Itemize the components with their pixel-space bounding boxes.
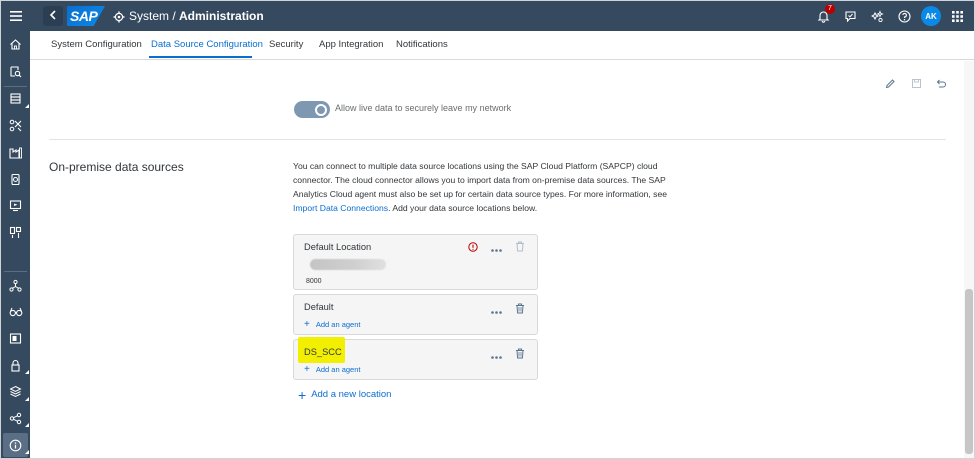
title-strong: Administration: [179, 9, 264, 23]
section-description: You can connect to multiple data source …: [293, 159, 673, 215]
mobile-refresh-icon[interactable]: [7, 171, 24, 188]
expand-indicator: [25, 370, 29, 374]
error-circle-icon[interactable]: [468, 239, 478, 257]
tab-notifications[interactable]: Notifications: [396, 39, 448, 50]
tab-bar: System Configuration Data Source Configu…: [30, 31, 974, 60]
expand-indicator: [25, 104, 29, 108]
gear-icon: [113, 10, 125, 23]
live-data-toggle[interactable]: [294, 101, 330, 118]
expand-indicator: [25, 423, 29, 427]
connections-icon[interactable]: [7, 277, 24, 294]
presentation-icon[interactable]: [7, 197, 24, 214]
tab-system-configuration[interactable]: System Configuration: [51, 39, 142, 50]
location-name: DS_SCC: [304, 347, 342, 357]
location-name: Default: [304, 302, 334, 312]
storage-icon[interactable]: [7, 90, 24, 107]
factory-icon[interactable]: [7, 144, 24, 161]
title-prefix: System /: [129, 9, 180, 23]
location-port: 8000: [306, 278, 322, 285]
plus-icon: +: [298, 386, 307, 403]
trash-icon[interactable]: [515, 346, 525, 364]
trash-icon[interactable]: [515, 301, 525, 319]
tab-security[interactable]: Security: [269, 39, 303, 50]
trash-icon[interactable]: [515, 239, 525, 257]
tab-app-integration[interactable]: App Integration: [319, 39, 383, 50]
location-actions: [491, 301, 525, 319]
feedback-icon[interactable]: [842, 8, 858, 24]
shell-bar: SAP System / Administration 7 AK: [1, 1, 974, 31]
book-icon[interactable]: [7, 330, 24, 347]
back-arrow-icon: [49, 7, 57, 25]
add-agent-label: Add an agent: [315, 320, 361, 329]
security-lock-icon[interactable]: [7, 357, 24, 374]
location-card-ds-scc[interactable]: DS_SCC + Add an agent: [293, 337, 538, 380]
location-card-default-location[interactable]: Default Location 8000: [293, 234, 538, 290]
info-icon[interactable]: [7, 437, 24, 454]
nav-separator: [4, 86, 27, 87]
modeler-icon[interactable]: [7, 117, 24, 134]
more-icon[interactable]: [491, 301, 502, 319]
nav-separator: [4, 271, 27, 272]
location-actions: [468, 239, 525, 257]
deploy-icon[interactable]: [7, 383, 24, 400]
location-actions: [491, 346, 525, 364]
toggle-knob: [315, 103, 327, 116]
hamburger-icon[interactable]: [1, 1, 30, 31]
section-title: On-premise data sources: [49, 160, 184, 174]
active-tab-indicator: [149, 56, 252, 58]
notification-badge: 7: [825, 4, 835, 14]
pencil-icon[interactable]: [883, 76, 897, 90]
more-icon[interactable]: [491, 346, 502, 364]
expand-indicator: [25, 450, 29, 454]
glasses-icon[interactable]: [7, 303, 24, 320]
side-navigation: [1, 31, 30, 458]
grid-icon[interactable]: [949, 8, 965, 24]
app-window: SAP System / Administration 7 AK System …: [0, 0, 975, 459]
location-name: Default Location: [304, 242, 372, 252]
undo-icon[interactable]: [934, 76, 948, 90]
main-content: Allow live data to securely leave my net…: [30, 61, 964, 458]
add-agent-label: Add an agent: [315, 365, 361, 374]
sap-logo[interactable]: SAP: [67, 6, 105, 26]
add-agent-button[interactable]: + Add an agent: [304, 363, 361, 375]
add-new-location-button[interactable]: + Add a new location: [298, 386, 392, 403]
page-title: System / Administration: [129, 9, 264, 23]
avatar[interactable]: AK: [921, 6, 941, 26]
location-card-default[interactable]: Default + Add an agent: [293, 294, 538, 335]
toggle-label: Allow live data to securely leave my net…: [335, 103, 512, 113]
expand-indicator: [25, 397, 29, 401]
more-icon[interactable]: [491, 239, 502, 257]
sparkle-icon[interactable]: [869, 8, 885, 24]
description-text-end: . Add your data source locations below.: [388, 203, 538, 213]
tab-data-source-configuration[interactable]: Data Source Configuration: [151, 39, 263, 50]
section-divider: [49, 139, 946, 140]
logo-text: SAP: [70, 8, 98, 24]
scrollbar-thumb[interactable]: [965, 289, 973, 454]
add-location-label: Add a new location: [311, 389, 392, 400]
plus-icon: +: [304, 363, 310, 375]
help-icon[interactable]: [896, 8, 912, 24]
back-button[interactable]: [43, 6, 63, 26]
save-icon[interactable]: [909, 76, 923, 90]
search-files-icon[interactable]: [7, 63, 24, 80]
plus-icon: +: [304, 318, 310, 330]
import-data-connections-link[interactable]: Import Data Connections: [293, 203, 388, 213]
redacted-host: [310, 259, 386, 270]
kanban-icon[interactable]: [7, 224, 24, 241]
description-text: You can connect to multiple data source …: [293, 161, 668, 199]
add-agent-button[interactable]: + Add an agent: [304, 318, 361, 330]
share-icon[interactable]: [7, 410, 24, 427]
home-icon[interactable]: [7, 36, 24, 53]
